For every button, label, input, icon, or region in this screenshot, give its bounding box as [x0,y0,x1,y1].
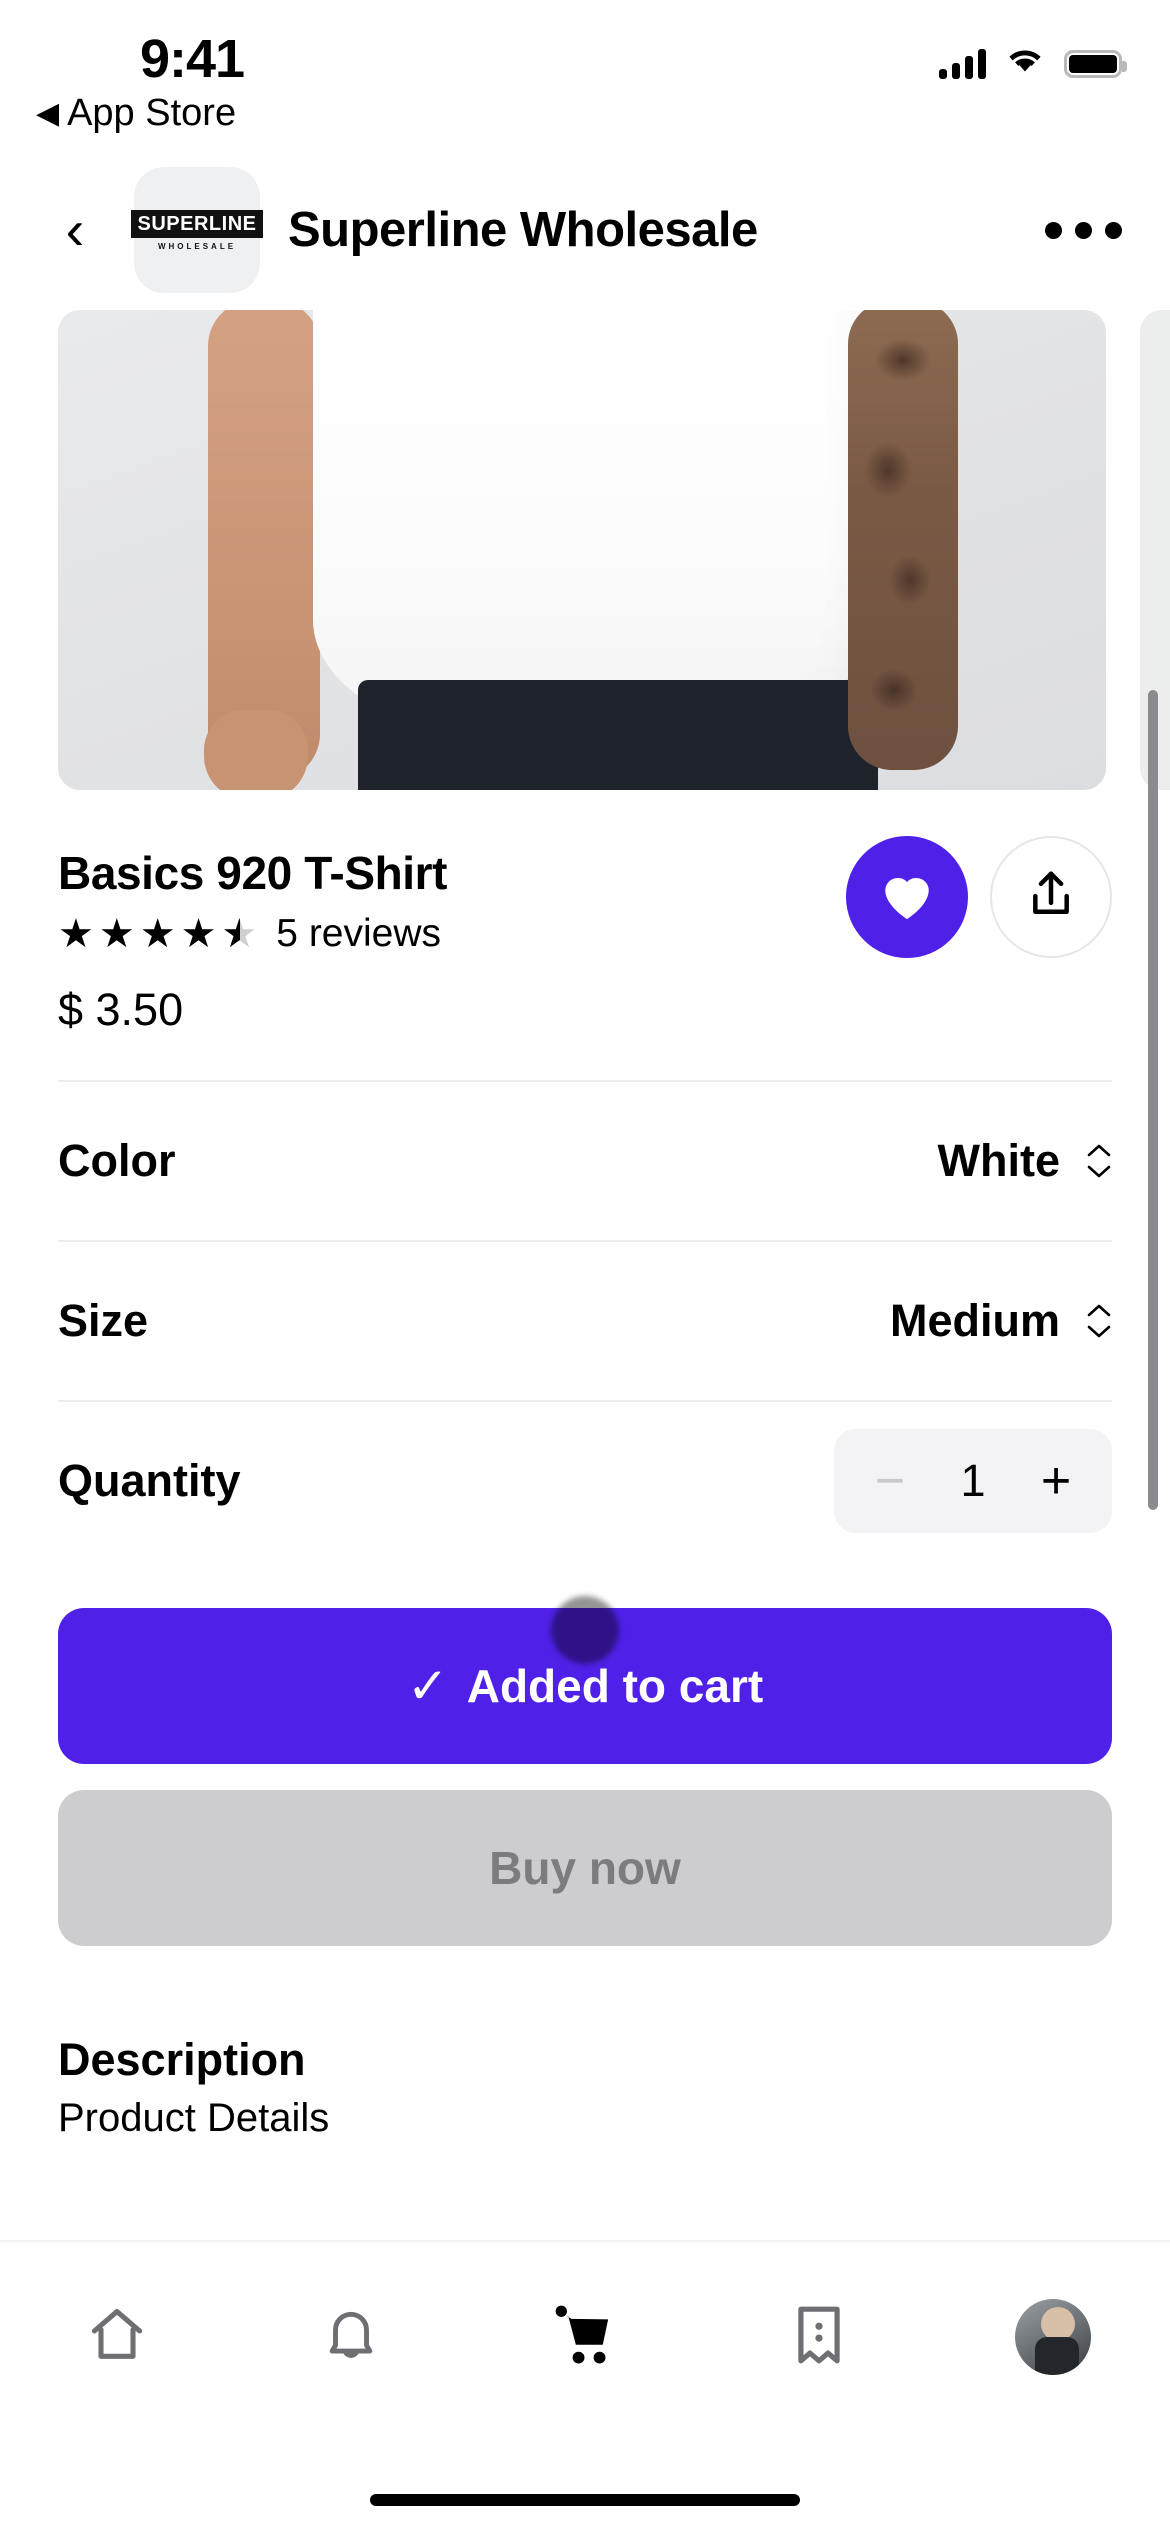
share-button[interactable] [990,836,1112,958]
quantity-value: 1 [960,1455,986,1506]
tab-cart[interactable] [468,2302,702,2373]
back-to-app-store-label: App Store [67,92,237,134]
option-value-group[interactable]: White [938,1135,1112,1187]
star-icon: ★ ★ [139,912,177,956]
quantity-increment-button[interactable]: + [1034,1455,1078,1507]
add-to-cart-label: Added to cart [466,1660,764,1712]
product-cta-group: ✓ Added to cart Buy now [0,1560,1170,1946]
app-screen: 9:41 ◀ App Store ‹ SUPERLINE WHOLESALE S… [0,0,1170,2532]
option-row-quantity: Quantity − 1 + [58,1400,1112,1560]
option-label: Color [58,1135,176,1186]
back-button[interactable]: ‹ [40,195,110,265]
option-value: Medium [889,1295,1060,1346]
home-icon [85,2303,149,2372]
option-label: Size [58,1295,149,1346]
buy-now-label: Buy now [489,1842,681,1894]
home-indicator[interactable] [370,2494,800,2506]
vertical-scrollbar[interactable] [1148,690,1158,1510]
star-icon: ★ ★ [180,912,218,956]
tab-home[interactable] [0,2303,234,2372]
favorite-button[interactable] [846,836,968,958]
check-icon: ✓ [406,1658,449,1714]
back-to-app-store-link[interactable]: ◀ App Store [36,92,236,135]
chevron-up-down-icon[interactable] [1086,1143,1112,1179]
product-image-primary[interactable] [58,310,1106,790]
product-action-buttons [846,836,1112,958]
app-header: ‹ SUPERLINE WHOLESALE Superline Wholesal… [0,160,1170,300]
share-upload-icon [1024,867,1078,928]
description-subheading: Product Details [58,2096,330,2140]
store-logo-sub-text: WHOLESALE [157,241,237,251]
receipt-icon [790,2304,848,2371]
star-rating-icons: ★★ ★★ ★★ ★★ ★★ [58,914,258,954]
model-hand-left [204,710,308,790]
store-logo-main-text: SUPERLINE [130,209,264,238]
tab-profile[interactable] [936,2299,1170,2375]
option-value: White [937,1135,1060,1186]
back-triangle-icon: ◀ [36,96,60,130]
touch-indicator [551,1596,619,1664]
model-shorts [358,680,878,790]
buy-now-button[interactable]: Buy now [58,1790,1112,1946]
cellular-signal-icon [939,48,986,79]
wifi-icon [1008,48,1042,79]
option-row-color[interactable]: Color White [58,1080,1112,1240]
option-row-size[interactable]: Size Medium [58,1240,1112,1400]
add-to-cart-button[interactable]: ✓ Added to cart [58,1596,1112,1764]
bell-icon [320,2304,382,2371]
product-scroll-area[interactable]: Basics 920 T-Shirt ★★ ★★ ★★ ★★ ★★ 5 revi… [0,310,1170,2240]
description-heading: Description [58,2034,306,2085]
description-clipped-text [58,2163,1112,2185]
product-summary: Basics 920 T-Shirt ★★ ★★ ★★ ★★ ★★ 5 revi… [0,790,1170,1036]
avatar [1015,2299,1091,2375]
status-bar-time: 9:41 [140,29,245,89]
white-tshirt [313,310,873,740]
review-count-label[interactable]: 5 reviews [276,912,441,956]
heart-filled-icon [878,868,936,927]
product-image-carousel[interactable] [0,310,1170,790]
star-icon: ★ ★ [58,912,95,956]
model-arm-right-tattooed [848,310,958,770]
product-price: $ 3.50 [58,984,184,1035]
chevron-up-down-icon[interactable] [1086,1303,1112,1339]
bottom-tab-bar [0,2240,1170,2532]
tab-orders[interactable] [702,2304,936,2371]
more-horizontal-icon[interactable] [1037,202,1130,259]
tab-notifications[interactable] [234,2304,468,2371]
cart-icon [550,2302,620,2373]
status-bar: 9:41 ◀ App Store [0,0,1170,150]
quantity-label: Quantity [58,1455,241,1506]
option-value-group[interactable]: Medium [890,1295,1112,1347]
star-icon-half: ★★ [221,912,259,956]
store-logo[interactable]: SUPERLINE WHOLESALE [130,167,264,293]
store-name-title: Superline Wholesale [288,203,758,257]
product-options: Color White Size Medium Quantity − 1 + [0,1080,1170,1560]
quantity-stepper[interactable]: − 1 + [834,1429,1112,1533]
description-section: Description Product Details [0,1946,1170,2185]
quantity-decrement-button[interactable]: − [868,1455,912,1507]
status-bar-indicators [939,48,1127,79]
battery-full-icon [1064,49,1127,78]
star-icon: ★ ★ [98,912,136,956]
